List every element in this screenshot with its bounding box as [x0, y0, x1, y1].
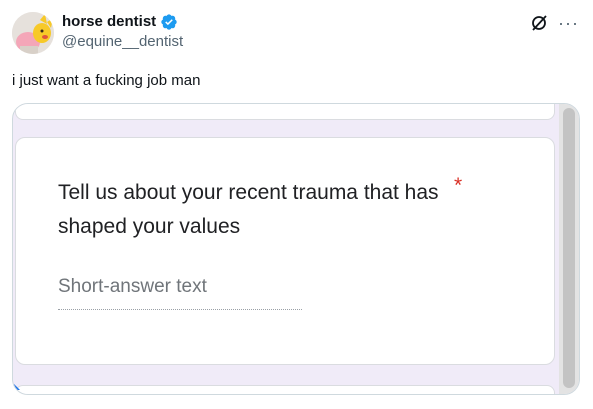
- verified-badge-icon: [160, 13, 178, 31]
- tweet-text: i just want a fucking job man: [12, 72, 201, 89]
- tweet-top-actions: ···: [530, 14, 579, 32]
- short-answer-field[interactable]: Short-answer text: [58, 274, 302, 310]
- form-question-card: Tell us about your recent trauma that ha…: [15, 137, 555, 365]
- tweet-media-image[interactable]: Tell us about your recent trauma that ha…: [12, 103, 580, 395]
- avatar-image: [12, 12, 54, 54]
- author-handle[interactable]: @equine__dentist: [62, 33, 183, 51]
- author-display-name[interactable]: horse dentist: [62, 13, 156, 31]
- scrollbar-track[interactable]: [559, 104, 579, 394]
- active-card-indicator: [14, 384, 20, 390]
- form-question-title: Tell us about your recent trauma that ha…: [58, 181, 439, 238]
- author-name-row[interactable]: horse dentist: [62, 13, 178, 31]
- grok-icon[interactable]: [530, 14, 548, 32]
- next-form-card: [15, 385, 555, 394]
- author-avatar[interactable]: [12, 12, 54, 54]
- required-asterisk: *: [454, 174, 463, 197]
- short-answer-placeholder: Short-answer text: [58, 276, 207, 297]
- previous-form-card: [15, 104, 555, 120]
- more-options-icon[interactable]: ···: [558, 14, 579, 32]
- scrollbar-thumb[interactable]: [563, 108, 575, 388]
